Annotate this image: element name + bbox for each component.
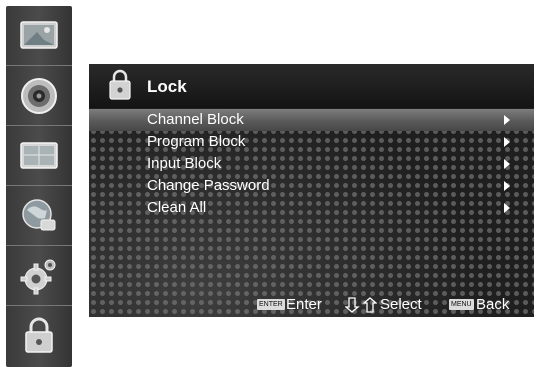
- sidebar-item-lock[interactable]: [6, 306, 72, 366]
- menu-item-program-block[interactable]: Program Block: [89, 131, 534, 153]
- menu-key-badge: MENU: [449, 299, 474, 310]
- sidebar: [6, 6, 72, 367]
- lock-icon: [22, 317, 56, 355]
- lock-menu-panel: Lock Channel Block Program Block Input B…: [89, 64, 534, 317]
- panel-header: Lock: [89, 64, 534, 108]
- lock-icon: [107, 68, 133, 107]
- sidebar-item-channel[interactable]: [6, 126, 72, 186]
- channel-icon: [19, 140, 59, 172]
- menu-item-input-block[interactable]: Input Block: [89, 153, 534, 175]
- arrow-right-icon: [504, 159, 510, 169]
- arrow-right-icon: [504, 115, 510, 125]
- arrow-right-icon: [504, 181, 510, 191]
- arrow-right-icon: [504, 203, 510, 213]
- sidebar-item-sound[interactable]: [6, 66, 72, 126]
- enter-key-badge: ENTER: [257, 299, 285, 310]
- menu-item-change-password[interactable]: Change Password: [89, 175, 534, 197]
- menu-item-label: Input Block: [147, 155, 222, 172]
- sound-icon: [19, 76, 59, 116]
- sidebar-item-network[interactable]: [6, 186, 72, 246]
- enter-hint-label: Enter: [286, 296, 322, 313]
- footer-hints: ENTER Enter Select MENU Back: [89, 294, 534, 316]
- sidebar-item-picture[interactable]: [6, 6, 72, 66]
- menu-item-label: Change Password: [147, 177, 270, 194]
- select-hint-label: Select: [380, 296, 422, 313]
- settings-icon: [19, 256, 59, 296]
- menu-item-channel-block[interactable]: Channel Block: [89, 109, 534, 131]
- page-title: Lock: [147, 77, 187, 96]
- menu-item-label: Program Block: [147, 133, 246, 150]
- menu-item-clean-all[interactable]: Clean All: [89, 197, 534, 219]
- arrow-right-icon: [504, 137, 510, 147]
- menu-item-label: Clean All: [147, 199, 207, 216]
- network-icon: [19, 196, 59, 236]
- menu-list: Channel Block Program Block Input Block …: [89, 109, 534, 219]
- back-hint-label: Back: [476, 296, 510, 313]
- sidebar-item-settings[interactable]: [6, 246, 72, 306]
- picture-icon: [19, 20, 59, 52]
- up-down-arrows-icon: [344, 297, 378, 317]
- menu-item-label: Channel Block: [147, 111, 244, 128]
